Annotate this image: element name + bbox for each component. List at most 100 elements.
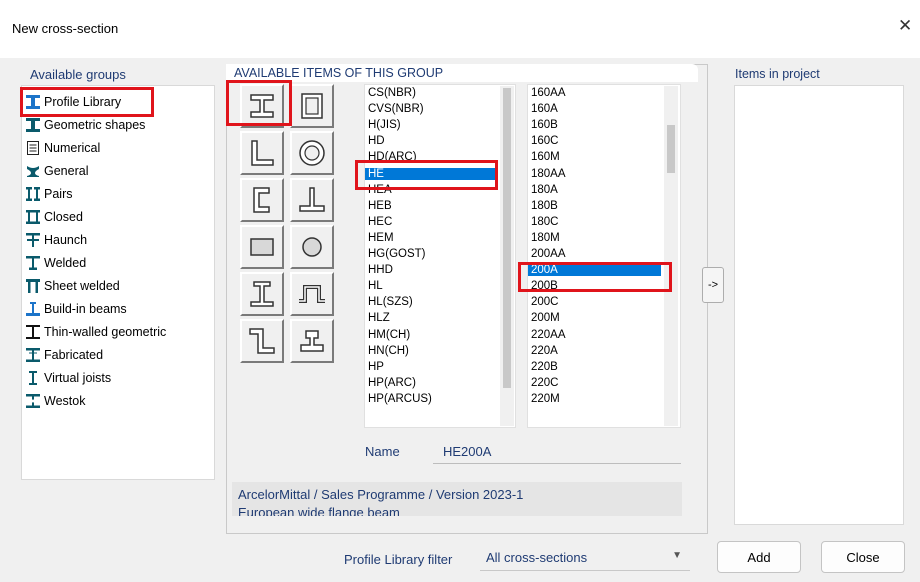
shape-button-tee[interactable]	[290, 178, 334, 222]
size-list-item[interactable]: 180A	[528, 184, 661, 196]
series-list-item[interactable]: HE	[365, 167, 497, 180]
series-list-item[interactable]: HL	[365, 280, 497, 292]
tee-section-icon	[299, 187, 325, 212]
group-item-sheet-welded[interactable]: Sheet welded	[26, 276, 120, 296]
group-item-westok[interactable]: Westok	[26, 391, 85, 411]
group-item-profile-library[interactable]: Profile Library	[26, 92, 121, 112]
channel-section-icon	[253, 187, 270, 213]
series-list-item[interactable]: HG(GOST)	[365, 248, 497, 260]
size-list-item[interactable]: 180AA	[528, 168, 661, 180]
shape-button-solid-rect[interactable]	[240, 225, 284, 269]
size-list-item[interactable]: 180M	[528, 232, 661, 244]
series-list-item[interactable]: H(JIS)	[365, 119, 497, 131]
project-items-list[interactable]	[734, 85, 904, 525]
profile-library-filter-select[interactable]: All cross-sections ▼	[480, 545, 690, 571]
group-item-thin-walled-geometric[interactable]: Thin-walled geometric	[26, 322, 166, 342]
series-list-item[interactable]: HLZ	[365, 312, 497, 324]
geometric-shapes-icon	[26, 118, 40, 132]
group-item-fabricated[interactable]: Fabricated	[26, 345, 103, 365]
series-list-item[interactable]: HM(CH)	[365, 329, 497, 341]
series-list-item[interactable]: HEM	[365, 232, 497, 244]
shape-button-circ-tube[interactable]	[290, 131, 334, 175]
series-list-item[interactable]: HP(ARCUS)	[365, 393, 497, 405]
close-icon[interactable]: ✕	[898, 16, 912, 36]
add-to-project-arrow-button[interactable]: ->	[702, 267, 724, 303]
size-list-item[interactable]: 220A	[528, 345, 661, 357]
size-list-item[interactable]: 200A	[528, 264, 661, 277]
westok-icon	[26, 394, 40, 408]
shape-button-solid-circle[interactable]	[290, 225, 334, 269]
series-list-item[interactable]: HEB	[365, 200, 497, 212]
series-list-item[interactable]: HP	[365, 361, 497, 373]
shape-button-omega[interactable]	[290, 272, 334, 316]
size-list-item[interactable]: 220B	[528, 361, 661, 373]
solid-circle-icon	[302, 237, 322, 257]
size-list-item[interactable]: 180B	[528, 200, 661, 212]
size-list-item[interactable]: 160B	[528, 119, 661, 131]
series-list-item[interactable]: HL(SZS)	[365, 296, 497, 308]
size-list-item[interactable]: 160AA	[528, 87, 661, 99]
series-list-item[interactable]: HN(CH)	[365, 345, 497, 357]
build-in-beam-icon	[26, 302, 40, 316]
shape-button-rect-tube[interactable]	[290, 84, 334, 128]
size-list-item[interactable]: 200C	[528, 296, 661, 308]
sheet-welded-icon	[26, 279, 40, 293]
size-list-item[interactable]: 200M	[528, 312, 661, 324]
size-list-item[interactable]: 160C	[528, 135, 661, 147]
series-list-item[interactable]: HP(ARC)	[365, 377, 497, 389]
size-list-item[interactable]: 220M	[528, 393, 661, 405]
series-list-item[interactable]: CVS(NBR)	[365, 103, 497, 115]
size-list-item[interactable]: 180C	[528, 216, 661, 228]
document-icon	[27, 141, 39, 155]
size-list-item[interactable]: 200B	[528, 280, 661, 292]
series-list-item[interactable]: CS(NBR)	[365, 87, 497, 99]
group-label: Welded	[44, 256, 87, 270]
series-list-item[interactable]: HHD	[365, 264, 497, 276]
groups-list[interactable]: Profile Library Geometric shapes Numeric…	[21, 85, 215, 480]
rectangular-tube-icon	[301, 93, 323, 119]
group-item-virtual-joists[interactable]: Virtual joists	[26, 368, 111, 388]
group-item-general[interactable]: General	[26, 161, 88, 181]
shape-button-rail[interactable]	[290, 319, 334, 363]
size-list-item[interactable]: 220C	[528, 377, 661, 389]
solid-rectangle-icon	[250, 238, 274, 256]
shape-button-asym-i[interactable]	[240, 272, 284, 316]
group-item-geometric-shapes[interactable]: Geometric shapes	[26, 115, 145, 135]
series-list-item[interactable]: HD	[365, 135, 497, 147]
group-item-pairs[interactable]: Pairs	[26, 184, 72, 204]
circular-tube-icon	[299, 140, 325, 166]
series-list-item[interactable]: HEC	[365, 216, 497, 228]
chevron-down-icon: ▼	[672, 550, 682, 561]
size-list-item[interactable]: 220AA	[528, 329, 661, 341]
fabricated-icon	[26, 348, 40, 362]
shape-button-z-section[interactable]	[240, 319, 284, 363]
shape-button-angle[interactable]	[240, 131, 284, 175]
group-item-haunch[interactable]: Haunch	[26, 230, 87, 250]
items-in-project-label: Items in project	[735, 67, 820, 81]
size-list-item[interactable]: 160M	[528, 151, 661, 163]
group-item-welded[interactable]: Welded	[26, 253, 86, 273]
series-list-item[interactable]: HEA	[365, 184, 497, 196]
group-label: Geometric shapes	[44, 118, 146, 132]
rail-section-icon	[300, 330, 324, 352]
size-list-item[interactable]: 160A	[528, 103, 661, 115]
shape-button-i-section[interactable]	[240, 84, 284, 128]
size-list-item[interactable]: 200AA	[528, 248, 661, 260]
close-button[interactable]: Close	[821, 541, 905, 573]
series-list-item[interactable]: HD(ARC)	[365, 151, 497, 163]
dialog-title: New cross-section	[12, 21, 119, 36]
group-item-closed[interactable]: Closed	[26, 207, 83, 227]
group-item-numerical[interactable]: Numerical	[26, 138, 100, 158]
group-item-build-in-beams[interactable]: Build-in beams	[26, 299, 127, 319]
general-section-icon	[27, 166, 39, 177]
series-scroll-thumb[interactable]	[503, 88, 511, 388]
available-items-label: AVAILABLE ITEMS OF THIS GROUP	[234, 66, 444, 80]
name-underline	[433, 463, 681, 464]
omega-section-icon	[299, 285, 325, 303]
available-groups-label: Available groups	[30, 67, 126, 82]
shape-button-channel[interactable]	[240, 178, 284, 222]
add-button[interactable]: Add	[717, 541, 801, 573]
virtual-joist-icon	[29, 371, 37, 385]
size-scroll-thumb[interactable]	[667, 125, 675, 173]
group-label: Virtual joists	[44, 371, 112, 385]
